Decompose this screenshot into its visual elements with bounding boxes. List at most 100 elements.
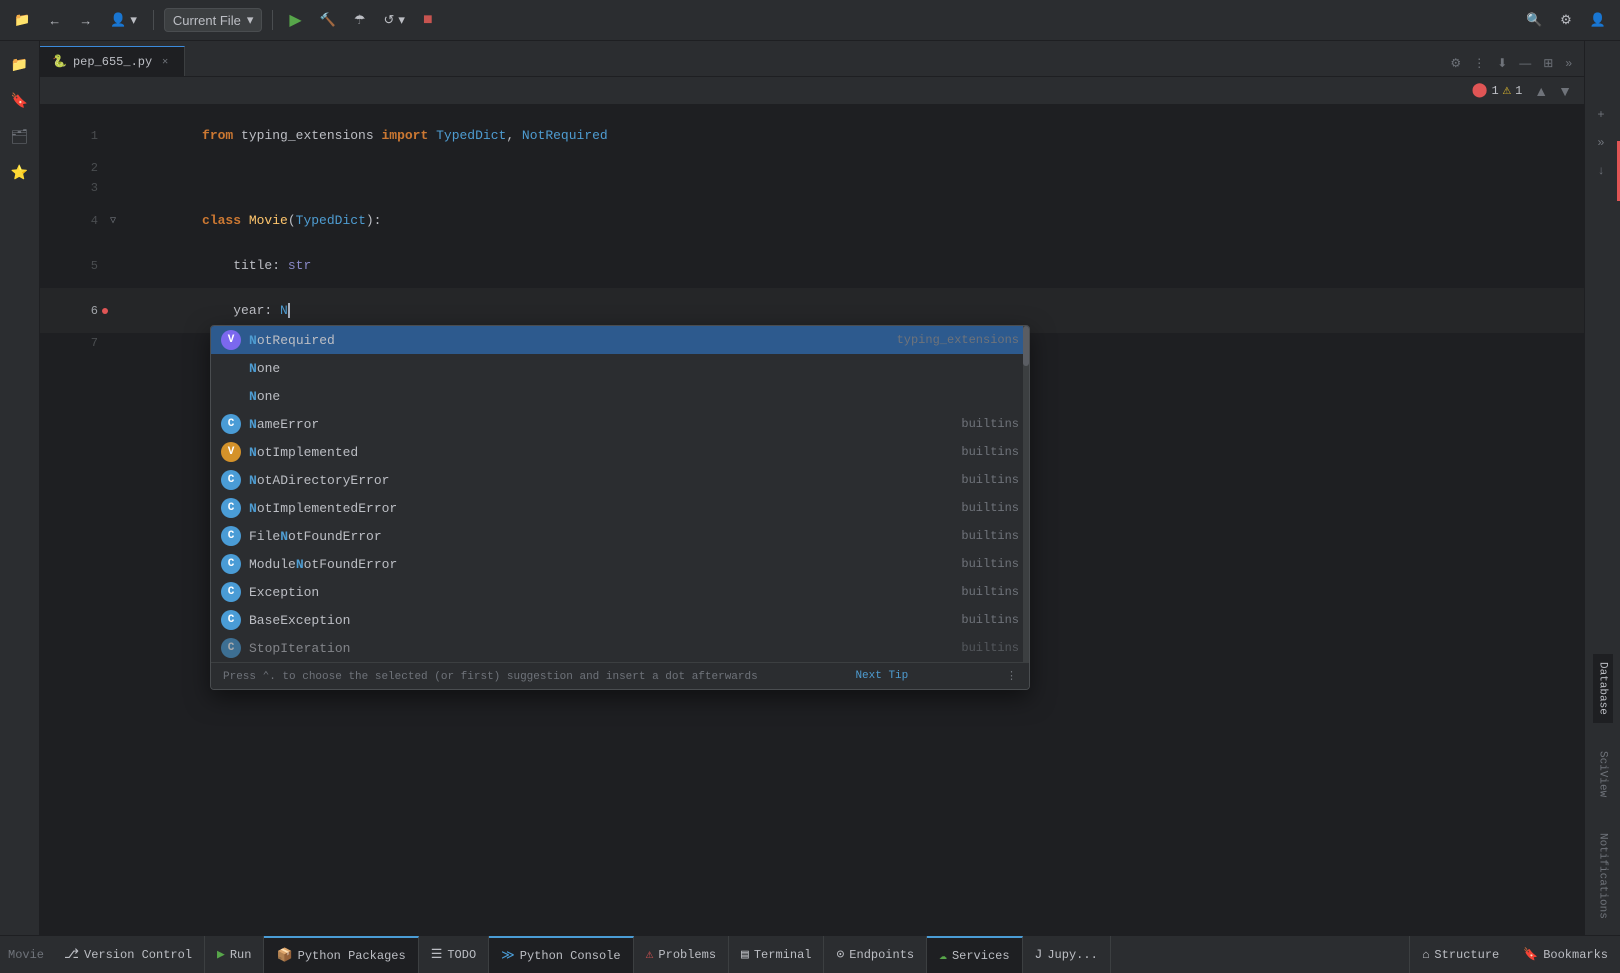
run-icon: ▶	[289, 10, 301, 30]
error-count[interactable]: ⬤ 1 ⚠ 1	[1472, 82, 1523, 99]
warning-dot-icon: ⚠	[1503, 82, 1511, 99]
run-config-button[interactable]: Current File ▾	[164, 8, 262, 32]
coverage-button[interactable]: ☂	[348, 8, 372, 32]
bookmarks-status-button[interactable]: 🔖 Bookmarks	[1511, 936, 1620, 973]
terminal-panel-button[interactable]: ▤ Terminal	[729, 936, 824, 973]
tab-panel-button[interactable]: ⊞	[1539, 54, 1557, 72]
build-button[interactable]: 🔨	[314, 8, 342, 32]
ac-item-1[interactable]: None	[211, 354, 1029, 382]
stop-button[interactable]: ■	[417, 7, 439, 33]
autocomplete-scrollbar[interactable]	[1023, 326, 1029, 662]
ac-name-0: NotRequired	[249, 333, 889, 348]
user-button[interactable]: 👤 ▾	[104, 8, 143, 32]
ac-name-2: None	[249, 389, 1011, 404]
left-sidebar: 📁 🔖 🗂 ⭐	[0, 41, 40, 935]
next-error-button[interactable]: ▼	[1554, 81, 1576, 101]
problems-label: Problems	[658, 948, 716, 962]
terminal-label: Terminal	[754, 948, 812, 962]
ac-item-5[interactable]: C NotADirectoryError builtins	[211, 466, 1029, 494]
reload-dropdown-icon: ▾	[398, 12, 405, 28]
version-control-panel-button[interactable]: ⎇ Version Control	[52, 936, 205, 973]
search-everywhere-button[interactable]: 🔍	[1520, 8, 1548, 32]
notifications-panel-button[interactable]: Notifications	[1593, 825, 1613, 927]
prev-error-button[interactable]: ▲	[1530, 81, 1552, 101]
main-toolbar: 📁 ← → 👤 ▾ Current File ▾ ▶ 🔨 ☂ ↺ ▾ ■ 🔍 ⚙	[0, 0, 1620, 41]
sciview-panel-button[interactable]: SciView	[1593, 743, 1613, 805]
ac-item-7[interactable]: C FileNotFoundError builtins	[211, 522, 1029, 550]
error-nav-arrows: ▲ ▼	[1530, 81, 1576, 101]
profile-button[interactable]: 👤	[1584, 8, 1612, 32]
ac-name-3: NameError	[249, 417, 953, 432]
file-tab[interactable]: 🐍 pep_655_.py ✕	[40, 46, 185, 76]
endpoints-panel-button[interactable]: ⊙ Endpoints	[824, 936, 927, 973]
tab-expand-button[interactable]: ⬇	[1493, 54, 1511, 72]
breadcrumb-label[interactable]: Movie	[8, 948, 44, 962]
profile-icon: 👤	[1590, 12, 1606, 28]
back-button[interactable]: ←	[42, 9, 67, 32]
ac-icon-5: C	[221, 470, 241, 490]
jupyter-panel-button[interactable]: J Jupy...	[1023, 936, 1111, 973]
ac-source-6: builtins	[961, 501, 1019, 515]
sidebar-item-fav[interactable]: ⭐	[4, 157, 36, 189]
database-panel-button[interactable]: Database	[1593, 654, 1613, 723]
nav-open-button[interactable]: 📁	[8, 8, 36, 32]
autocomplete-tip-text: Press ⌃. to choose the selected (or firs…	[223, 669, 758, 683]
right-sidebar: + » ↓ Database SciView Notifications	[1584, 41, 1620, 935]
ac-name-8: ModuleNotFoundError	[249, 557, 953, 572]
ac-icon-7: C	[221, 526, 241, 546]
ac-icon-3: C	[221, 414, 241, 434]
settings-button[interactable]: ⚙	[1554, 8, 1578, 32]
forward-button[interactable]: →	[73, 9, 98, 32]
ac-icon-1	[221, 358, 241, 378]
footer-menu-button[interactable]: ⋮	[1006, 669, 1017, 683]
todo-panel-button[interactable]: ☰ TODO	[419, 936, 489, 973]
python-console-label: Python Console	[520, 949, 621, 963]
run-button[interactable]: ▶	[283, 6, 307, 34]
ac-item-9[interactable]: C Exception builtins	[211, 578, 1029, 606]
python-console-panel-button[interactable]: ≫ Python Console	[489, 936, 633, 973]
version-control-icon: ⎇	[64, 947, 79, 962]
ac-item-10[interactable]: C BaseException builtins	[211, 606, 1029, 634]
run-panel-button[interactable]: ▶ Run	[205, 936, 264, 973]
python-file-icon: 🐍	[52, 54, 67, 69]
tab-close-button[interactable]: ✕	[158, 55, 172, 69]
services-label: Services	[952, 949, 1010, 963]
endpoints-label: Endpoints	[849, 948, 914, 962]
ac-item-2[interactable]: None	[211, 382, 1029, 410]
user-dropdown-icon: ▾	[130, 12, 137, 28]
error-bar: ⬤ 1 ⚠ 1 ▲ ▼	[40, 77, 1584, 105]
rs-add-button[interactable]: +	[1585, 101, 1617, 129]
next-tip-button[interactable]: Next Tip	[855, 670, 908, 682]
ac-item-4[interactable]: V NotImplemented builtins	[211, 438, 1029, 466]
endpoints-icon: ⊙	[836, 947, 844, 962]
ac-icon-0: V	[221, 330, 241, 350]
problems-panel-button[interactable]: ⚠ Problems	[634, 936, 729, 973]
ac-item-8[interactable]: C ModuleNotFoundError builtins	[211, 550, 1029, 578]
ac-name-6: NotImplementedError	[249, 501, 953, 516]
run-panel-icon: ▶	[217, 947, 225, 962]
reload-button[interactable]: ↺ ▾	[378, 8, 411, 32]
terminal-icon: ▤	[741, 947, 749, 962]
separator-2	[272, 10, 273, 30]
python-packages-panel-button[interactable]: 📦 Python Packages	[264, 936, 418, 973]
jupyter-icon: J	[1035, 947, 1043, 962]
tab-more-button[interactable]: »	[1561, 54, 1576, 72]
rs-collapse-button[interactable]: ↓	[1585, 157, 1617, 185]
ac-item-6[interactable]: C NotImplementedError builtins	[211, 494, 1029, 522]
ac-item-0[interactable]: V NotRequired typing_extensions	[211, 326, 1029, 354]
rs-expand-button[interactable]: »	[1585, 129, 1617, 157]
code-editor[interactable]: 1 from typing_extensions import TypedDic…	[40, 105, 1584, 935]
tab-collapse-button[interactable]: —	[1515, 54, 1535, 72]
sidebar-item-bookmark[interactable]: 🔖	[4, 85, 36, 117]
tab-settings-button[interactable]: ⚙	[1446, 54, 1465, 72]
jupyter-label: Jupy...	[1047, 948, 1097, 962]
ac-icon-8: C	[221, 554, 241, 574]
ac-name-5: NotADirectoryError	[249, 473, 953, 488]
sidebar-item-project[interactable]: 📁	[4, 49, 36, 81]
ac-item-11[interactable]: C StopIteration builtins	[211, 634, 1029, 662]
ac-item-3[interactable]: C NameError builtins	[211, 410, 1029, 438]
structure-status-button[interactable]: ⌂ Structure	[1409, 936, 1511, 973]
services-panel-button[interactable]: ☁ Services	[927, 936, 1022, 973]
tab-menu-button[interactable]: ⋮	[1469, 54, 1489, 72]
sidebar-item-structure[interactable]: 🗂	[4, 121, 36, 153]
